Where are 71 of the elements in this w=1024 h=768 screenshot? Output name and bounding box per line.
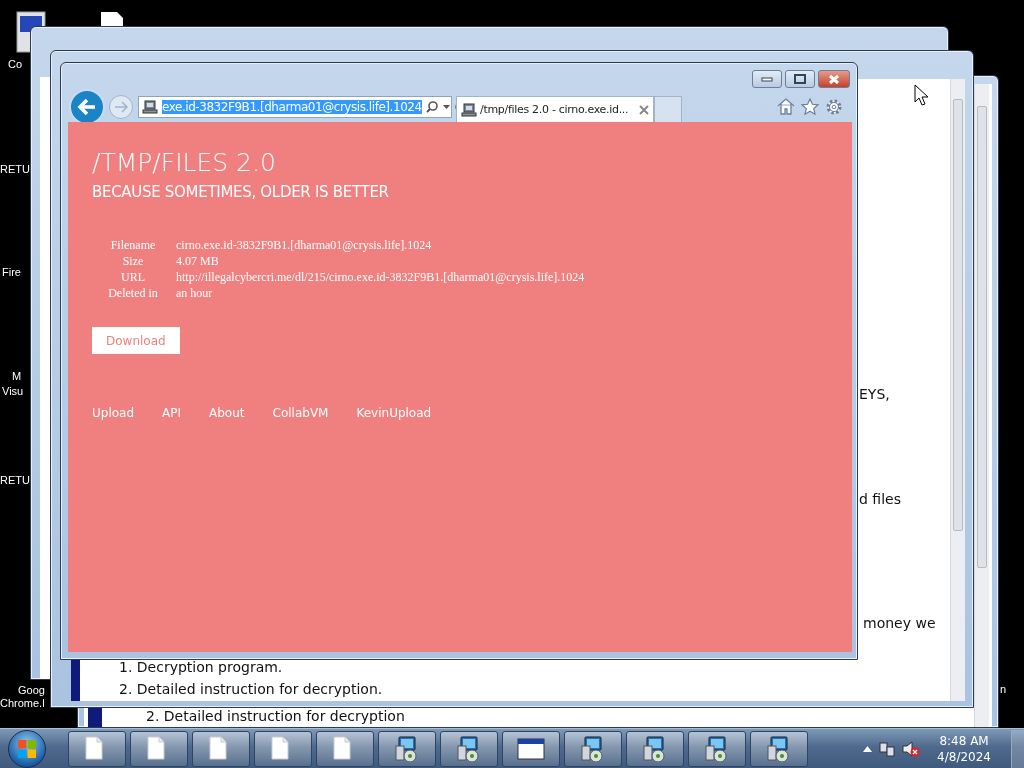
detail-label: Size xyxy=(100,253,176,269)
desktop-icon-label[interactable]: Chrome.l xyxy=(0,697,45,709)
scrollbar[interactable] xyxy=(950,79,965,701)
site-tagline: BECAUSE SOMETIMES, OLDER IS BETTER xyxy=(92,183,390,201)
taskbar-button[interactable] xyxy=(316,730,374,767)
desktop-icon-label[interactable]: Fire xyxy=(2,266,21,278)
site-title: /TMP/FILES 2.0 xyxy=(92,148,276,177)
desktop-icon-label[interactable]: Co xyxy=(8,58,23,70)
desktop-icon-label[interactable]: M xyxy=(12,370,22,382)
document-text: EYS, xyxy=(859,386,890,402)
start-button[interactable] xyxy=(8,729,46,768)
list-item: 2. Detailed instruction for decryption xyxy=(146,708,405,724)
network-icon xyxy=(879,740,896,757)
detail-value: cirno.exe.id-3832F9B1.[dharma01@crysis.life].1024 xyxy=(176,237,433,253)
search-icon xyxy=(425,101,438,113)
browser-tab[interactable]: /tmp/files 2.0 - cirno.exe.id... xyxy=(456,96,654,122)
taskbar-button[interactable] xyxy=(688,730,746,767)
minimize-icon xyxy=(761,76,773,82)
document-edge-bar xyxy=(71,659,80,701)
taskbar-button[interactable] xyxy=(378,730,436,767)
desktop-icon-label[interactable]: Goog xyxy=(18,684,45,696)
clock-time: 8:48 AM xyxy=(939,732,989,749)
taskbar-button[interactable] xyxy=(440,730,498,767)
window-icon xyxy=(517,735,545,762)
scrollbar[interactable] xyxy=(974,84,989,727)
computer-icon xyxy=(461,102,477,117)
desktop-icon-label[interactable]: RETU xyxy=(0,163,30,175)
detail-label: URL xyxy=(100,269,176,285)
close-tab-icon xyxy=(639,104,649,115)
clock-date: 4/8/2024 xyxy=(937,748,991,765)
document-text: d files xyxy=(859,491,901,507)
taskbar-button[interactable] xyxy=(192,730,250,767)
document-text: money we xyxy=(863,615,936,631)
back-button[interactable] xyxy=(69,89,105,125)
dropdown-caret-icon xyxy=(442,105,450,109)
taskbar-button[interactable] xyxy=(68,730,126,767)
taskbar-button[interactable] xyxy=(750,730,808,767)
taskbar-button[interactable] xyxy=(130,730,188,767)
back-arrow-icon xyxy=(77,98,97,116)
detail-value: 4.07 MB xyxy=(176,253,220,269)
desktop-icon-label[interactable]: RETU xyxy=(0,474,30,486)
close-icon xyxy=(828,73,840,85)
maximize-icon xyxy=(794,74,806,84)
list-item: 1. Decryption program. xyxy=(119,659,283,675)
taskbar-button[interactable] xyxy=(502,730,560,767)
taskbar-button[interactable] xyxy=(564,730,622,767)
home-icon xyxy=(777,98,795,115)
detail-label: Filename xyxy=(100,237,176,253)
volume-muted-icon xyxy=(902,740,921,757)
forward-arrow-icon xyxy=(114,101,128,113)
tab-title: /tmp/files 2.0 - cirno.exe.id... xyxy=(480,103,629,116)
detail-value: an hour xyxy=(176,285,214,301)
show-hidden-icons-icon xyxy=(863,745,873,752)
desktop-icon-label[interactable]: n xyxy=(1000,683,1007,695)
desktop-icon-label[interactable]: Visu xyxy=(2,385,24,397)
list-item: 2. Detailed instruction for decryption. xyxy=(119,681,383,697)
computer-icon xyxy=(142,100,158,114)
close-button[interactable] xyxy=(818,70,850,88)
star-icon xyxy=(801,98,819,115)
taskbar-button[interactable] xyxy=(254,730,312,767)
scroll-thumb[interactable] xyxy=(977,106,987,568)
scroll-thumb[interactable] xyxy=(953,99,963,531)
detail-label: Deleted in xyxy=(100,285,176,301)
maximize-button[interactable] xyxy=(785,70,815,88)
windows-logo-icon xyxy=(17,738,37,759)
mouse-cursor-icon xyxy=(914,84,928,106)
detail-value: http://illegalcybercri.me/dl/215/cirno.exe.id-3832F9B1.[dharma01@crysis.life].1024 xyxy=(176,269,585,285)
settings-icon xyxy=(825,98,843,116)
clock[interactable]: 8:48 AM 4/8/2024 xyxy=(937,732,991,765)
taskbar-button[interactable] xyxy=(626,730,684,767)
address-text: exe.id-3832F9B1.[dharma01@crysis.life].1024 xyxy=(162,100,422,114)
